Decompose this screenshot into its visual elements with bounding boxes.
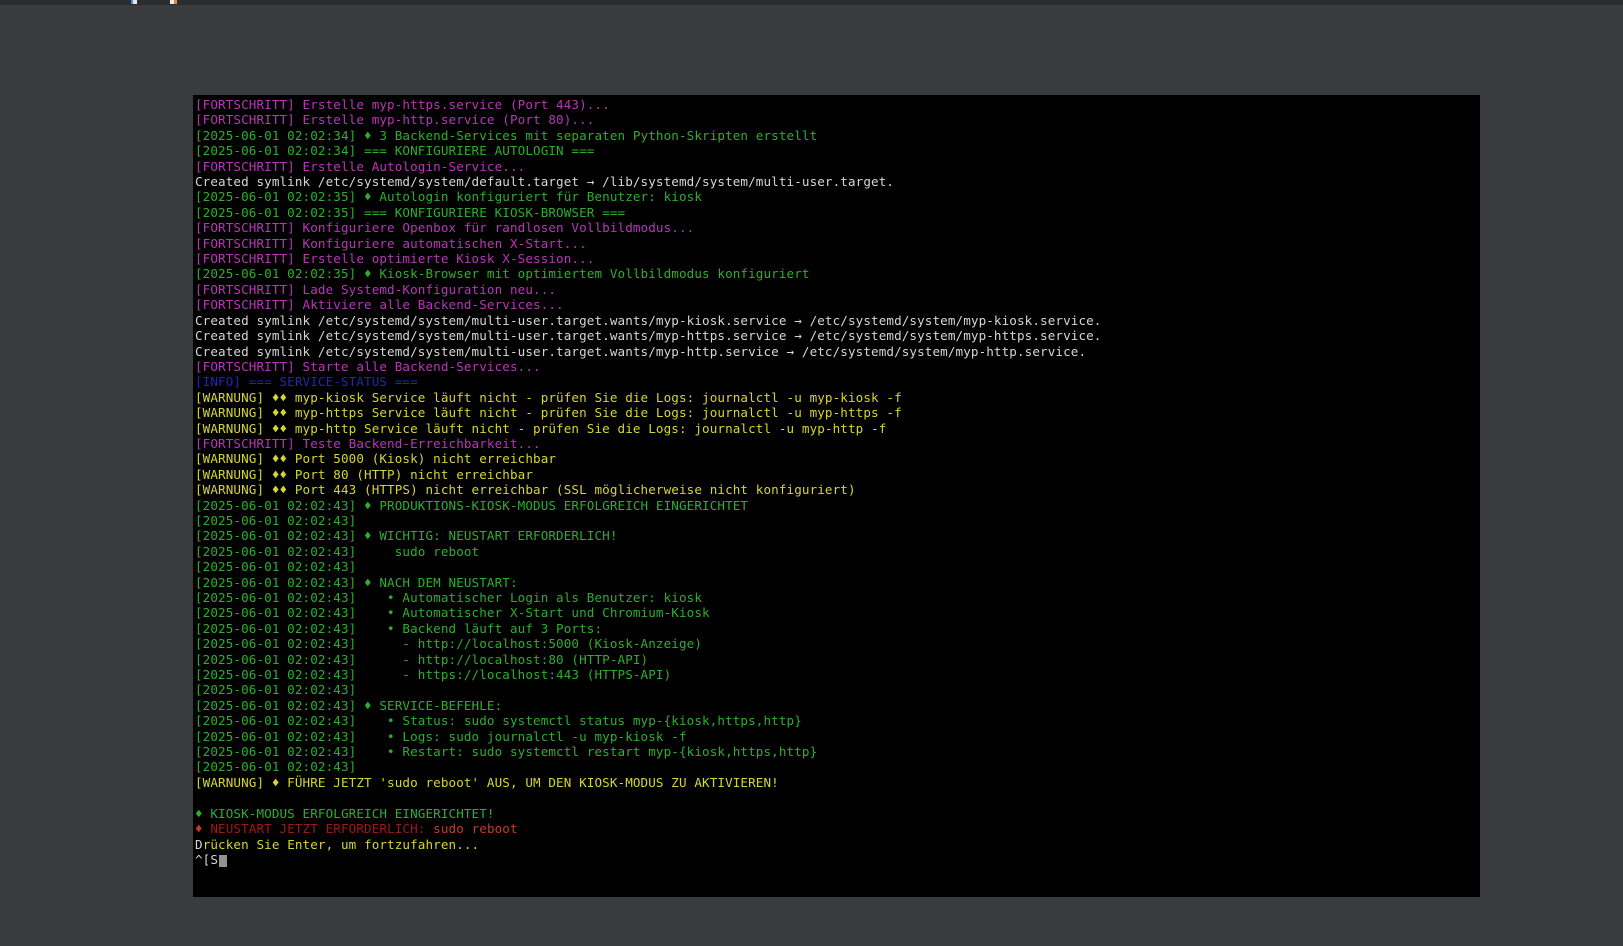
terminal-line: [2025-06-01 02:02:43] • Backend läuft au… — [195, 621, 1480, 636]
terminal-line: [2025-06-01 02:02:43] • Status: sudo sys… — [195, 713, 1480, 728]
terminal-line: [2025-06-01 02:02:43] • Automatischer Lo… — [195, 590, 1480, 605]
terminal-line: ^[S — [195, 852, 1480, 867]
terminal-line: [2025-06-01 02:02:43] • Automatischer X-… — [195, 605, 1480, 620]
terminal-line: [2025-06-01 02:02:43] — [195, 682, 1480, 697]
terminal-line: [2025-06-01 02:02:35] === KONFIGURIERE K… — [195, 205, 1480, 220]
terminal-line: [FORTSCHRITT] Erstelle Autologin-Service… — [195, 159, 1480, 174]
terminal-line: [2025-06-01 02:02:35] ♦ Kiosk-Browser mi… — [195, 266, 1480, 281]
terminal-line: [WARNUNG] ♦♦ Port 443 (HTTPS) nicht erre… — [195, 482, 1480, 497]
terminal-line: [FORTSCHRITT] Konfiguriere automatischen… — [195, 236, 1480, 251]
terminal-line: [INFO] === SERVICE-STATUS === — [195, 374, 1480, 389]
terminal-line: [2025-06-01 02:02:35] ♦ Autologin konfig… — [195, 189, 1480, 204]
terminal-line: [FORTSCHRITT] Aktiviere alle Backend-Ser… — [195, 297, 1480, 312]
terminal-line: [WARNUNG] ♦♦ myp-kiosk Service läuft nic… — [195, 390, 1480, 405]
terminal-line: [2025-06-01 02:02:43] - https://localhos… — [195, 667, 1480, 682]
terminal-line: Created symlink /etc/systemd/system/defa… — [195, 174, 1480, 189]
terminal-line: [2025-06-01 02:02:43] ♦ WICHTIG: NEUSTAR… — [195, 528, 1480, 543]
terminal-line: [2025-06-01 02:02:34] ♦ 3 Backend-Servic… — [195, 128, 1480, 143]
terminal-line: ♦ KIOSK-MODUS ERFOLGREICH EINGERICHTET! — [195, 806, 1480, 821]
terminal-line: [2025-06-01 02:02:43] • Logs: sudo journ… — [195, 729, 1480, 744]
terminal-line: [FORTSCHRITT] Starte alle Backend-Servic… — [195, 359, 1480, 374]
terminal-line: [2025-06-01 02:02:43] • Restart: sudo sy… — [195, 744, 1480, 759]
terminal-line: ♦ NEUSTART JETZT ERFORDERLICH: sudo rebo… — [195, 821, 1480, 836]
terminal-line: [2025-06-01 02:02:43] — [195, 759, 1480, 774]
terminal-line: [WARNUNG] ♦♦ myp-http Service läuft nich… — [195, 421, 1480, 436]
terminal-line: [WARNUNG] ♦♦ Port 80 (HTTP) nicht erreic… — [195, 467, 1480, 482]
terminal-line: [2025-06-01 02:02:43] sudo reboot — [195, 544, 1480, 559]
terminal-line: [2025-06-01 02:02:34] === KONFIGURIERE A… — [195, 143, 1480, 158]
terminal-line: [WARNUNG] ♦ FÜHRE JETZT 'sudo reboot' AU… — [195, 775, 1480, 790]
terminal-window[interactable]: [FORTSCHRITT] Erstelle myp-https.service… — [193, 95, 1480, 897]
terminal-line: Created symlink /etc/systemd/system/mult… — [195, 344, 1480, 359]
terminal-line: [FORTSCHRITT] Erstelle myp-https.service… — [195, 97, 1480, 112]
terminal-line: [2025-06-01 02:02:43] - http://localhost… — [195, 636, 1480, 651]
terminal-line: [WARNUNG] ♦♦ Port 5000 (Kiosk) nicht err… — [195, 451, 1480, 466]
terminal-line: Drücken Sie Enter, um fortzufahren... — [195, 837, 1480, 852]
terminal-line: [FORTSCHRITT] Erstelle myp-http.service … — [195, 112, 1480, 127]
browser-top-strip — [0, 0, 1623, 5]
terminal-line: [2025-06-01 02:02:43] - http://localhost… — [195, 652, 1480, 667]
terminal-line: [2025-06-01 02:02:43] ♦ PRODUKTIONS-KIOS… — [195, 498, 1480, 513]
terminal-line: [2025-06-01 02:02:43] ♦ NACH DEM NEUSTAR… — [195, 575, 1480, 590]
terminal-line — [195, 790, 1480, 805]
terminal-line: [FORTSCHRITT] Erstelle optimierte Kiosk … — [195, 251, 1480, 266]
terminal-line: [2025-06-01 02:02:43] — [195, 513, 1480, 528]
terminal-line: [FORTSCHRITT] Teste Backend-Erreichbarke… — [195, 436, 1480, 451]
terminal-line: [FORTSCHRITT] Konfiguriere Openbox für r… — [195, 220, 1480, 235]
terminal-line: [FORTSCHRITT] Lade Systemd-Konfiguration… — [195, 282, 1480, 297]
tab-favicon-fragment-icon — [170, 0, 177, 4]
terminal-line: Created symlink /etc/systemd/system/mult… — [195, 328, 1480, 343]
terminal-line: Created symlink /etc/systemd/system/mult… — [195, 313, 1480, 328]
terminal-line: [2025-06-01 02:02:43] — [195, 559, 1480, 574]
terminal-body: [FORTSCHRITT] Erstelle myp-https.service… — [193, 95, 1480, 867]
tab-favicon-fragment-icon — [131, 0, 137, 4]
terminal-line: [2025-06-01 02:02:43] ♦ SERVICE-BEFEHLE: — [195, 698, 1480, 713]
terminal-line: [WARNUNG] ♦♦ myp-https Service läuft nic… — [195, 405, 1480, 420]
terminal-cursor — [219, 855, 227, 867]
